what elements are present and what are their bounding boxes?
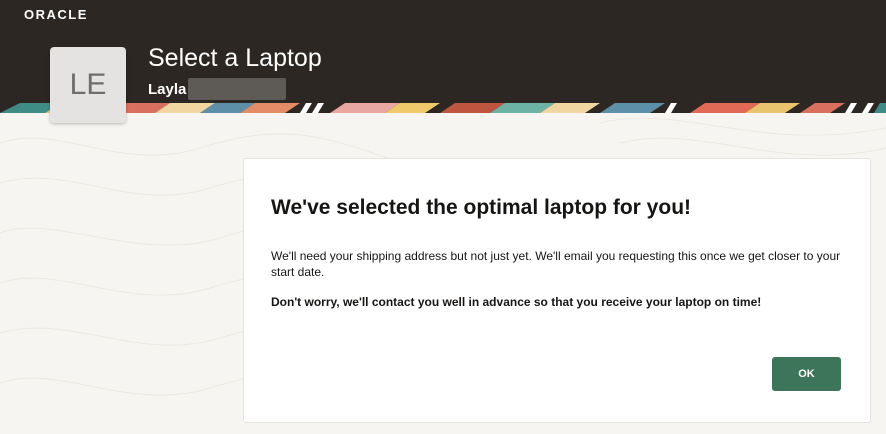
oracle-logo: ORACLE [24, 7, 88, 22]
dialog-message: We'll need your shipping address but not… [271, 249, 841, 279]
decorative-pattern-band [0, 103, 886, 113]
laptop-selected-dialog: We've selected the optimal laptop for yo… [243, 158, 871, 423]
dialog-title: We've selected the optimal laptop for yo… [271, 196, 692, 219]
user-info: Layla [148, 78, 287, 100]
ok-button[interactable]: OK [772, 357, 841, 391]
redacted-surname [188, 78, 287, 100]
page-title: Select a Laptop [148, 44, 322, 72]
app-header: ORACLE Select a Laptop Layla [0, 0, 886, 103]
dialog-emphasis-message: Don't worry, we'll contact you well in a… [271, 295, 762, 309]
user-name: Layla [148, 80, 187, 98]
user-avatar: LE [50, 47, 126, 123]
